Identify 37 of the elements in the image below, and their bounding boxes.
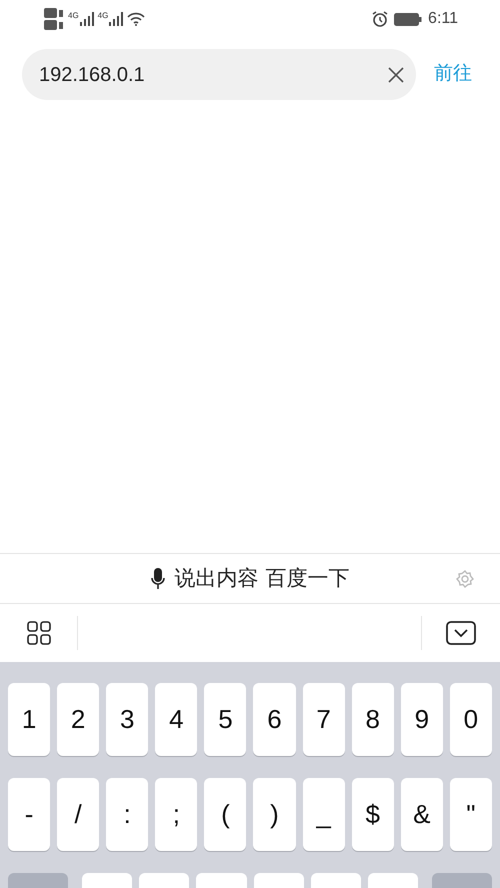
key[interactable]: : <box>106 778 148 851</box>
key[interactable]: 8 <box>352 683 394 756</box>
key[interactable]: - <box>8 778 50 851</box>
grid-menu-icon[interactable] <box>26 621 50 645</box>
key[interactable]: " <box>450 778 492 851</box>
network-type: 4G <box>98 12 108 20</box>
key[interactable]: ; <box>155 778 198 851</box>
key[interactable]: ) <box>253 778 296 851</box>
key[interactable]: _ <box>302 778 345 851</box>
signal-icon <box>109 12 124 26</box>
clear-icon[interactable] <box>388 66 404 82</box>
alarm-icon <box>372 11 388 27</box>
key[interactable]: 0 <box>450 683 492 756</box>
key[interactable]: 9 <box>400 683 443 756</box>
key[interactable]: 3 <box>106 683 148 756</box>
key[interactable]: 4 <box>155 683 198 756</box>
clock-time: 6:11 <box>428 9 458 29</box>
key[interactable]: 7 <box>302 683 345 756</box>
address-field[interactable]: 192.168.0.1 <box>22 49 416 100</box>
key[interactable]: 6 <box>253 683 296 756</box>
hide-keyboard-icon[interactable] <box>446 621 476 645</box>
microphone-icon <box>150 568 165 590</box>
key[interactable]: & <box>400 778 443 851</box>
sim-hd-icon <box>44 8 64 18</box>
battery-icon <box>394 12 422 26</box>
key[interactable]: / <box>57 778 100 851</box>
voice-search-button[interactable]: 说出内容 百度一下 <box>150 562 350 594</box>
wifi-icon <box>127 12 146 26</box>
settings-icon[interactable] <box>456 570 474 588</box>
key[interactable]: ( <box>204 778 246 851</box>
key[interactable]: $ <box>352 778 394 851</box>
network-type: 4G <box>68 12 79 20</box>
key[interactable]: 5 <box>204 683 246 756</box>
key[interactable]: 1 <box>8 683 50 756</box>
signal-icon <box>80 12 94 26</box>
key[interactable]: 2 <box>57 683 100 756</box>
sim-hd-icon <box>44 20 64 30</box>
